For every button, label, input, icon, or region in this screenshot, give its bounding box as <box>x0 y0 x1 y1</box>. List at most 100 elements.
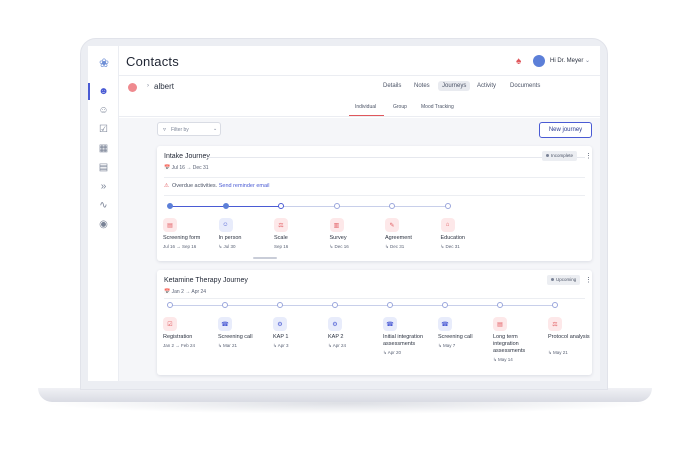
step-date: ↳ Apr 3 <box>273 343 289 348</box>
divider <box>164 177 585 178</box>
phone-icon[interactable]: ☎ <box>383 317 397 331</box>
clipboard-icon[interactable]: ▤ <box>96 160 111 175</box>
checkbox-icon[interactable]: ☑ <box>163 317 177 331</box>
subtab-active-indicator <box>349 115 384 116</box>
step-node[interactable] <box>277 302 283 308</box>
journey-dates: 📅 Jan 2 → Apr 24 <box>164 289 207 295</box>
form-icon[interactable]: ▤ <box>493 317 507 331</box>
step-date: ↳ Apr 20 <box>383 350 402 355</box>
filter-dropdown[interactable]: ▿ Filter by ⌄ <box>157 122 221 136</box>
scale-icon[interactable]: ⚖ <box>548 317 562 331</box>
journey-title: Intake Journey <box>164 153 210 160</box>
chevron-right-icon[interactable]: › <box>147 83 149 89</box>
step-name: Survey <box>329 235 347 241</box>
journey-dates-text: Jul 16 → Dec 31 <box>171 165 209 171</box>
step-name: Scale <box>274 235 288 241</box>
step-name: Screening form <box>163 235 201 241</box>
subtab-group[interactable]: Group <box>393 104 407 110</box>
journey-card-intake: Intake Journey 📅 Jul 16 → Dec 31 Incompl… <box>157 146 592 261</box>
subtab-mood-tracking[interactable]: Mood Tracking <box>421 104 454 110</box>
tab-activity[interactable]: Activity <box>477 83 496 89</box>
step-date: ↳ Dec 31 <box>440 244 460 249</box>
more-options-icon[interactable]: ⋮ <box>585 152 592 160</box>
nav-active-indicator <box>88 83 90 100</box>
journey-subtabs: Individual Group Mood Tracking <box>119 99 600 117</box>
step-name: Protocol analysis <box>548 334 590 340</box>
form-icon[interactable]: ▤ <box>163 218 177 232</box>
step-date: ↳ Dec 31 <box>385 244 405 249</box>
tab-documents[interactable]: Documents <box>510 83 540 89</box>
filter-icon: ▿ <box>163 127 167 133</box>
forward-icon[interactable]: » <box>96 179 111 194</box>
avatar[interactable] <box>533 55 545 67</box>
tasks-icon[interactable]: ☑ <box>96 122 111 137</box>
step-name: In person <box>218 235 242 241</box>
user-label[interactable]: Hi Dr. Meyer <box>550 58 583 64</box>
journey-dates-text: Jan 2 → Apr 24 <box>171 289 207 295</box>
contact-avatar <box>128 83 137 92</box>
step-node[interactable] <box>552 302 558 308</box>
people-icon[interactable]: ☺ <box>218 218 233 232</box>
step-node[interactable] <box>222 203 229 209</box>
step-name: Education <box>440 235 465 241</box>
step-date: Jul 16 → Sep 16 <box>163 244 197 249</box>
phone-icon[interactable]: ☎ <box>218 317 232 331</box>
sidebar: ❀ ☻ ☺ ☑ ▦ ▤ » ∿ ◉ <box>88 46 119 381</box>
calendar-icon[interactable]: ▦ <box>96 141 111 156</box>
screen: ❀ ☻ ☺ ☑ ▦ ▤ » ∿ ◉ Contacts ♠ Hi Dr. Meye… <box>88 46 600 381</box>
agreement-icon[interactable]: ✎ <box>385 218 399 232</box>
step-date: Sep 16 <box>274 244 289 249</box>
tab-notes[interactable]: Notes <box>414 83 430 89</box>
title-rule <box>207 157 585 158</box>
step-name: Initial integration assessments <box>383 334 424 347</box>
step-node[interactable] <box>497 302 503 308</box>
step-date: ↳ Dec 16 <box>329 244 349 249</box>
step-date: ↳ Jul 30 <box>218 244 236 249</box>
gear-icon[interactable]: ⚙ <box>273 317 287 331</box>
horizontal-scrollbar[interactable] <box>253 257 277 259</box>
step-node[interactable] <box>444 203 451 209</box>
scale-icon[interactable]: ⚖ <box>274 218 288 232</box>
step-name: Long term integration assessments <box>493 334 526 354</box>
new-journey-button[interactable]: New journey <box>539 122 592 138</box>
top-bar: Contacts ♠ Hi Dr. Meyer ⌄ <box>119 46 600 76</box>
overdue-text: Overdue activities. <box>171 183 218 189</box>
chevron-down-icon: ⌄ <box>213 126 218 132</box>
contact-header: › albert Details Notes Journeys Activity… <box>119 76 600 99</box>
step-date: ↳ Apr 24 <box>328 343 347 348</box>
phone-icon[interactable]: ☎ <box>438 317 452 331</box>
step-node[interactable] <box>332 302 338 308</box>
journeys-content: ▿ Filter by ⌄ New journey Intake Journey… <box>119 118 600 381</box>
tab-details[interactable]: Details <box>383 83 401 89</box>
divider <box>164 298 585 299</box>
step-node[interactable] <box>442 302 448 308</box>
contacts-icon[interactable]: ☺ <box>96 103 111 118</box>
send-reminder-link[interactable]: Send reminder email <box>219 183 270 189</box>
step-name: KAP 2 <box>328 334 344 340</box>
step-name: Agreement <box>385 235 412 241</box>
journey-title: Ketamine Therapy Journey <box>164 277 248 284</box>
step-node[interactable] <box>278 203 284 209</box>
filter-label: Filter by <box>171 127 189 133</box>
education-icon[interactable]: ⌂ <box>440 218 455 232</box>
more-options-icon[interactable]: ⋮ <box>585 276 592 284</box>
notification-bell-icon[interactable]: ♠ <box>516 56 521 67</box>
butterfly-logo-icon[interactable]: ❀ <box>96 56 112 70</box>
step-node[interactable] <box>222 302 228 308</box>
add-contact-icon[interactable]: ☻ <box>96 84 111 99</box>
chevron-down-icon[interactable]: ⌄ <box>585 57 590 64</box>
badge-icon[interactable]: ◉ <box>96 217 111 232</box>
journey-card-ketamine: Ketamine Therapy Journey 📅 Jan 2 → Apr 2… <box>157 270 592 375</box>
activity-icon[interactable]: ∿ <box>96 198 111 213</box>
status-badge: Incomplete <box>542 151 578 161</box>
gear-icon[interactable]: ⚙ <box>328 317 342 331</box>
step-node[interactable] <box>387 302 393 308</box>
step-node[interactable] <box>389 203 395 209</box>
step-date: Jan 2 → Feb 24 <box>163 343 196 348</box>
survey-icon[interactable]: ▥ <box>329 218 344 232</box>
tab-journeys[interactable]: Journeys <box>438 81 471 91</box>
step-node[interactable] <box>333 203 340 209</box>
step-node[interactable] <box>167 203 173 209</box>
step-node[interactable] <box>167 302 173 308</box>
subtab-individual[interactable]: Individual <box>355 104 376 110</box>
